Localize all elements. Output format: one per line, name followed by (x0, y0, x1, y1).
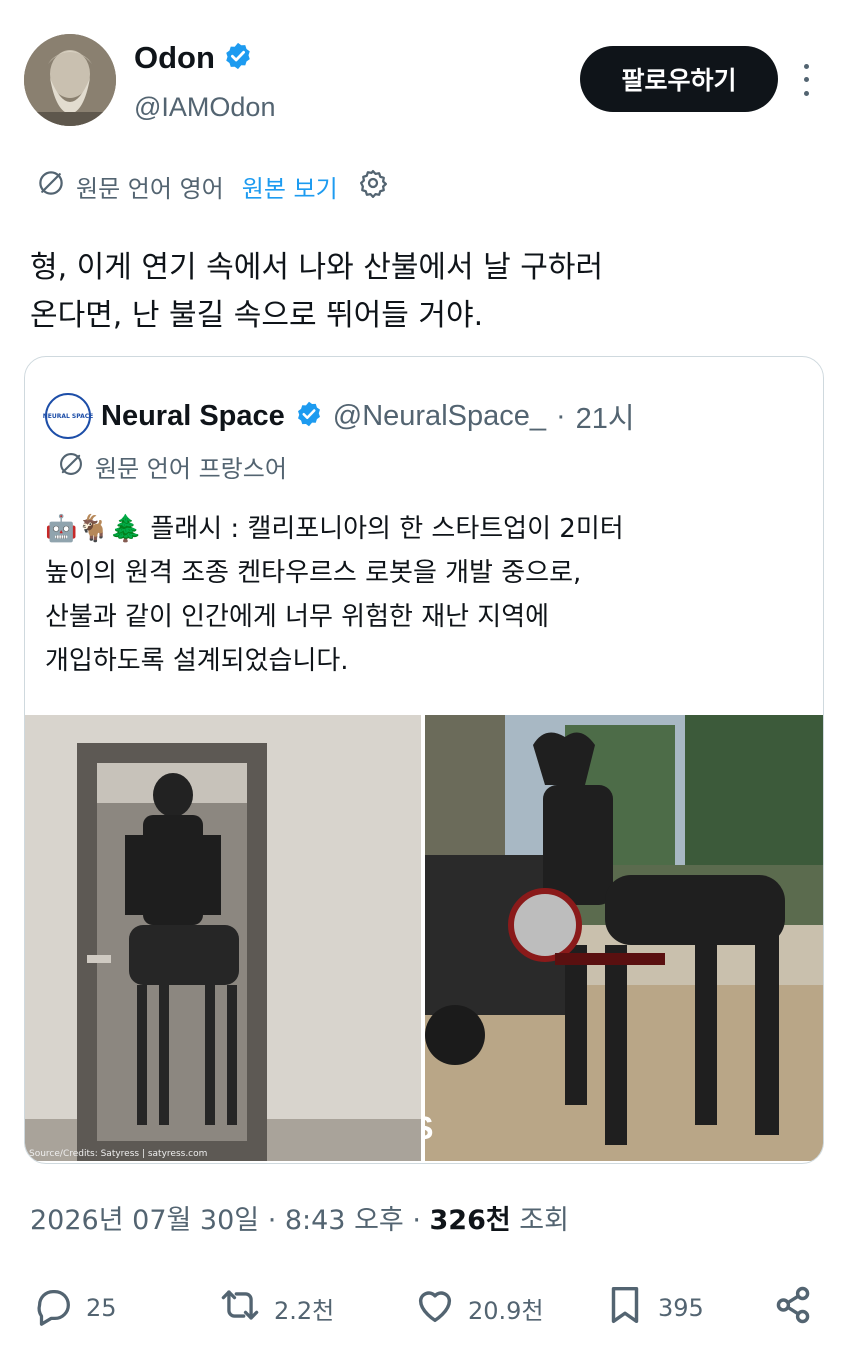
action-bar: 25 2.2천 20.9천 395 (30, 1282, 830, 1338)
quoted-author-name[interactable]: Neural Space (101, 400, 285, 433)
share-icon (770, 1282, 816, 1334)
retweet-button[interactable]: 2.2천 (216, 1282, 334, 1334)
view-original-link[interactable]: 원본 보기 (242, 169, 338, 204)
separator-dot: · (556, 399, 566, 432)
verified-badge-icon (223, 41, 253, 75)
heart-icon (412, 1282, 458, 1334)
bookmark-button[interactable]: 395 (602, 1282, 704, 1334)
translate-icon (57, 450, 85, 484)
quoted-timestamp[interactable]: 21시 (576, 395, 635, 437)
like-button[interactable]: 20.9천 (412, 1282, 544, 1334)
quoted-line: 산불과 같이 인간에게 너무 위험한 재난 지역에 (45, 602, 550, 632)
view-count: 326천 (429, 1205, 511, 1236)
media-image-left[interactable]: Source/Credits: Satyress | satyress.com (25, 715, 421, 1161)
follow-button[interactable]: 팔로우하기 (580, 46, 778, 112)
image-credit: Source/Credits: Satyress | satyress.com (29, 1149, 208, 1159)
share-button[interactable] (770, 1282, 816, 1334)
bookmark-icon (602, 1282, 648, 1334)
reply-icon (30, 1282, 76, 1334)
translate-icon (36, 168, 66, 204)
views-label: 조회 (519, 1205, 569, 1236)
quoted-line: 플래시 : 캘리포니아의 한 스타트업이 2미터 (150, 514, 624, 544)
avatar[interactable] (24, 34, 116, 126)
reply-count: 25 (86, 1294, 117, 1322)
quoted-author-handle[interactable]: @NeuralSpace_ (333, 400, 546, 433)
reply-button[interactable]: 25 (30, 1282, 117, 1334)
quoted-avatar[interactable]: NEURAL SPACE (43, 393, 93, 439)
author-name[interactable]: Odon (134, 40, 215, 76)
settings-gear-icon[interactable] (358, 168, 388, 204)
verified-badge-icon (295, 400, 323, 432)
ns-watermark: NS (425, 1110, 433, 1147)
quoted-tweet[interactable]: NEURAL SPACE Neural Space @NeuralSpace_ … (24, 356, 824, 1164)
tweet-body: 형, 이게 연기 속에서 나와 산불에서 날 구하러 온다면, 난 불길 속으로… (30, 244, 810, 340)
tweet-line: 온다면, 난 불길 속으로 뛰어들 거야. (30, 298, 484, 333)
quoted-line: 높이의 원격 조종 켄타우르스 로봇을 개발 중으로, (45, 558, 582, 588)
more-options-icon[interactable] (794, 60, 818, 100)
like-count: 20.9천 (468, 1296, 544, 1325)
media-grid: Source/Credits: Satyress | satyress.com (25, 715, 823, 1163)
retweet-icon (216, 1282, 264, 1334)
tweet-header: Odon @IAMOdon 팔로우하기 (24, 34, 824, 130)
emoji-group: 🤖🐐🌲 (45, 514, 143, 544)
media-image-right[interactable]: NS (425, 715, 823, 1161)
quoted-original-language-label: 원문 언어 프랑스어 (95, 455, 287, 483)
translation-bar: 원문 언어 영어 원본 보기 (36, 168, 388, 204)
quoted-body: 🤖🐐🌲 플래시 : 캘리포니아의 한 스타트업이 2미터 높이의 원격 조종 켄… (45, 507, 815, 683)
quoted-translation-bar: 원문 언어 프랑스어 (57, 449, 287, 484)
retweet-count: 2.2천 (274, 1296, 335, 1325)
tweet-line: 형, 이게 연기 속에서 나와 산불에서 날 구하러 (30, 250, 604, 285)
author-handle[interactable]: @IAMOdon (134, 92, 275, 123)
tweet-meta: 2026년 07월 30일 · 8:43 오후 · 326천 조회 (30, 1198, 569, 1237)
quoted-line: 개입하도록 설계되었습니다. (45, 646, 349, 676)
post-datetime[interactable]: 2026년 07월 30일 · 8:43 오후 · (30, 1205, 430, 1236)
bookmark-count: 395 (658, 1294, 704, 1322)
original-language-label: 원문 언어 영어 (76, 174, 224, 203)
